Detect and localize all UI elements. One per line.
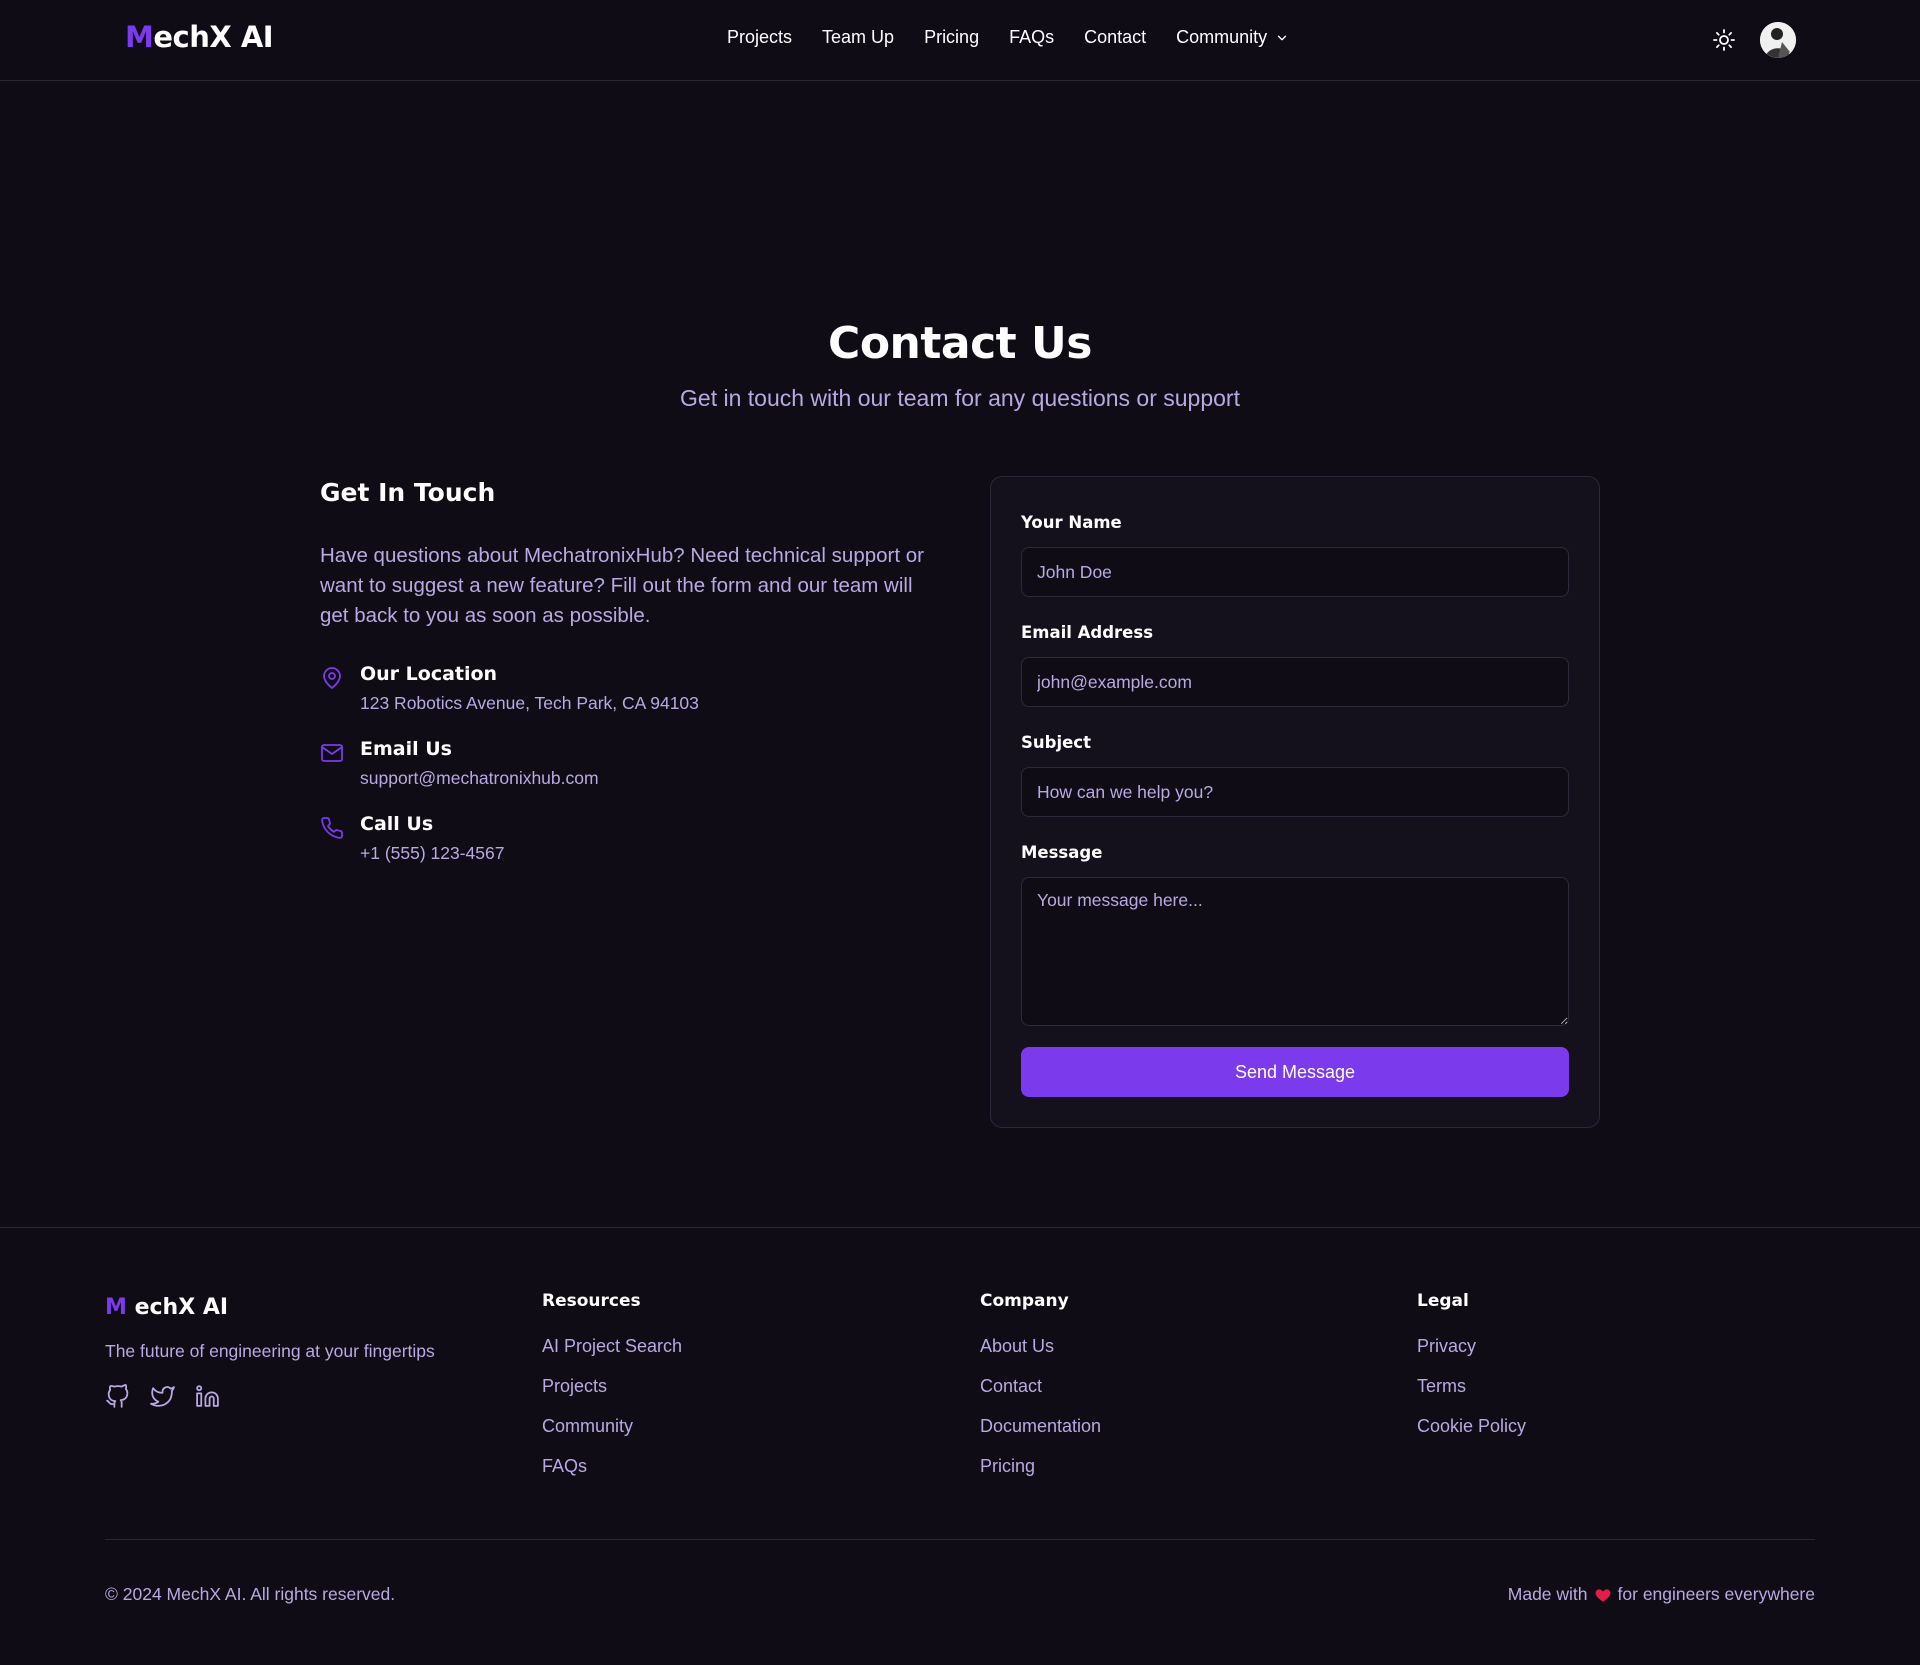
footer-column-company: Company About Us Contact Documentation P… [980,1291,1101,1495]
message-textarea[interactable] [1021,877,1569,1026]
footer-link-projects[interactable]: Projects [542,1375,682,1415]
info-value-location: 123 Robotics Avenue, Tech Park, CA 94103 [360,693,699,713]
made-with-prefix: Made with [1507,1584,1588,1604]
main-nav: Projects Team Up Pricing FAQs Contact Co… [727,27,1289,48]
twitter-icon[interactable] [150,1384,175,1409]
get-in-touch-title: Get In Touch [320,478,496,507]
name-label: Your Name [1021,513,1122,532]
made-with-suffix: for engineers everywhere [1617,1584,1815,1604]
made-with-text: Made with for engineers everywhere [1508,1584,1815,1605]
footer-link-faqs[interactable]: FAQs [542,1455,682,1495]
name-input[interactable] [1021,547,1569,597]
email-label: Email Address [1021,623,1154,642]
map-pin-icon [323,667,341,689]
avatar-image [1760,22,1796,58]
nav-link-projects[interactable]: Projects [727,27,792,48]
nav-link-contact[interactable]: Contact [1084,27,1146,48]
nav-link-faqs[interactable]: FAQs [1009,27,1054,48]
info-title-email: Email Us [360,738,452,760]
brand-logo[interactable]: MechX AI [125,20,274,54]
footer-link-community[interactable]: Community [542,1415,682,1455]
footer-link-pricing[interactable]: Pricing [980,1455,1101,1495]
message-label: Message [1021,843,1103,862]
footer-link-cookie-policy[interactable]: Cookie Policy [1417,1415,1526,1455]
get-in-touch-description: Have questions about MechatronixHub? Nee… [320,544,924,627]
logo-text: echX AI [153,20,274,54]
footer-column-legal: Legal Privacy Terms Cookie Policy [1417,1291,1526,1455]
linkedin-icon[interactable] [195,1384,220,1409]
footer-column-title: Company [980,1291,1069,1311]
info-title-location: Our Location [360,663,498,685]
sun-icon[interactable] [1712,28,1736,52]
page-title: Contact Us [828,318,1092,369]
info-title-phone: Call Us [360,813,434,835]
info-value-phone[interactable]: +1 (555) 123-4567 [360,843,505,864]
nav-dropdown-community[interactable]: Community [1176,27,1289,48]
top-navbar: MechX AI Projects Team Up Pricing FAQs C… [0,0,1920,81]
chevron-down-icon [1278,35,1287,40]
footer-column-title: Legal [1417,1291,1469,1311]
footer-column-title: Resources [542,1291,641,1311]
logo-m: M [125,20,154,54]
nav-link-pricing[interactable]: Pricing [924,27,979,48]
subject-label: Subject [1021,733,1091,752]
social-links [105,1384,220,1409]
footer-link-contact[interactable]: Contact [980,1375,1101,1415]
footer-divider [105,1539,1815,1540]
page-subtitle: Get in touch with our team for any quest… [680,385,1240,411]
footer-tagline: The future of engineering at your finger… [105,1341,435,1361]
nav-community-label: Community [1176,27,1268,47]
footer-link-ai-project-search[interactable]: AI Project Search [542,1335,682,1375]
info-value-email[interactable]: support@mechatronixhub.com [360,768,599,789]
footer-link-list: AI Project Search Projects Community FAQ… [542,1335,682,1495]
footer-link-list: Privacy Terms Cookie Policy [1417,1335,1526,1455]
site-footer: M echX AI The future of engineering at y… [0,1227,1920,1665]
footer-link-list: About Us Contact Documentation Pricing [980,1335,1101,1495]
mail-icon [321,744,343,762]
email-input[interactable] [1021,657,1569,707]
contact-form: Your Name Email Address Subject Message … [990,476,1600,1128]
footer-logo-m: M [105,1295,127,1320]
heart-icon [1595,1588,1610,1602]
footer-link-about-us[interactable]: About Us [980,1335,1101,1375]
user-avatar[interactable] [1760,22,1796,58]
footer-logo-text: echX AI [134,1295,229,1320]
subject-input[interactable] [1021,767,1569,817]
copyright-text: © 2024 MechX AI. All rights reserved. [105,1584,396,1604]
footer-link-documentation[interactable]: Documentation [980,1415,1101,1455]
github-icon[interactable] [105,1384,130,1409]
phone-icon [321,817,343,839]
footer-logo[interactable]: M echX AI [105,1295,228,1320]
footer-column-resources: Resources AI Project Search Projects Com… [542,1291,682,1495]
footer-link-privacy[interactable]: Privacy [1417,1335,1526,1375]
footer-link-terms[interactable]: Terms [1417,1375,1526,1415]
send-message-button[interactable]: Send Message [1021,1047,1569,1097]
nav-link-team-up[interactable]: Team Up [822,27,894,48]
